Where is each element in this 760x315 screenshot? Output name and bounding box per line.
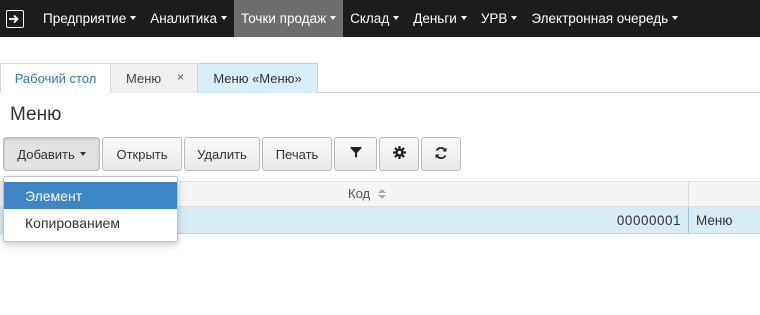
filter-button[interactable] (334, 137, 377, 171)
chevron-down-icon (460, 15, 467, 20)
tab-bar: Рабочий стол Меню × Меню «Меню» (0, 63, 760, 93)
nav-item-warehouse[interactable]: Склад (343, 0, 406, 37)
chevron-down-icon (672, 15, 679, 20)
chevron-down-icon (330, 15, 337, 20)
delete-button[interactable]: Удалить (184, 137, 260, 171)
tab-desktop[interactable]: Рабочий стол (0, 63, 111, 93)
chevron-down-icon (511, 15, 518, 20)
cell-code: 00000001 (616, 213, 681, 228)
gear-icon (392, 146, 406, 162)
column-header-code[interactable]: Код (348, 186, 386, 202)
nav-item-urv[interactable]: УРВ (474, 0, 525, 37)
column-divider (688, 207, 689, 233)
nav-item-analytics[interactable]: Аналитика (143, 0, 234, 37)
refresh-button[interactable] (421, 137, 461, 171)
nav-item-sales-points[interactable]: Точки продаж (234, 0, 344, 37)
tab-menu-item[interactable]: Меню «Меню» (197, 63, 318, 93)
home-button[interactable] (0, 0, 30, 37)
page-title: Меню (10, 104, 62, 125)
refresh-icon (434, 146, 448, 163)
tab-menu[interactable]: Меню × (111, 63, 197, 93)
menu-item-copy[interactable]: Копированием (4, 209, 177, 236)
chevron-down-icon (393, 15, 400, 20)
open-button[interactable]: Открыть (102, 137, 182, 171)
chevron-down-icon (221, 15, 228, 20)
nav-item-enterprise[interactable]: Предприятие (36, 0, 143, 37)
close-icon[interactable]: × (177, 70, 184, 84)
nav-item-electronic-queue[interactable]: Электронная очередь (524, 0, 685, 37)
top-navigation-bar: Предприятие Аналитика Точки продаж Склад… (0, 0, 760, 37)
nav-item-money[interactable]: Деньги (406, 0, 474, 37)
add-dropdown-menu: Элемент Копированием (3, 176, 178, 242)
cell-name: Меню (696, 213, 733, 228)
filter-icon (350, 146, 362, 162)
add-button[interactable]: Добавить (3, 137, 100, 171)
column-divider[interactable] (688, 182, 689, 206)
sort-icon (377, 187, 386, 202)
chevron-down-icon (79, 152, 86, 156)
menu-item-element[interactable]: Элемент (4, 182, 177, 209)
settings-button[interactable] (379, 137, 419, 171)
print-button[interactable]: Печать (262, 137, 332, 171)
chevron-down-icon (130, 15, 137, 20)
arrow-right-box-icon (6, 9, 24, 28)
